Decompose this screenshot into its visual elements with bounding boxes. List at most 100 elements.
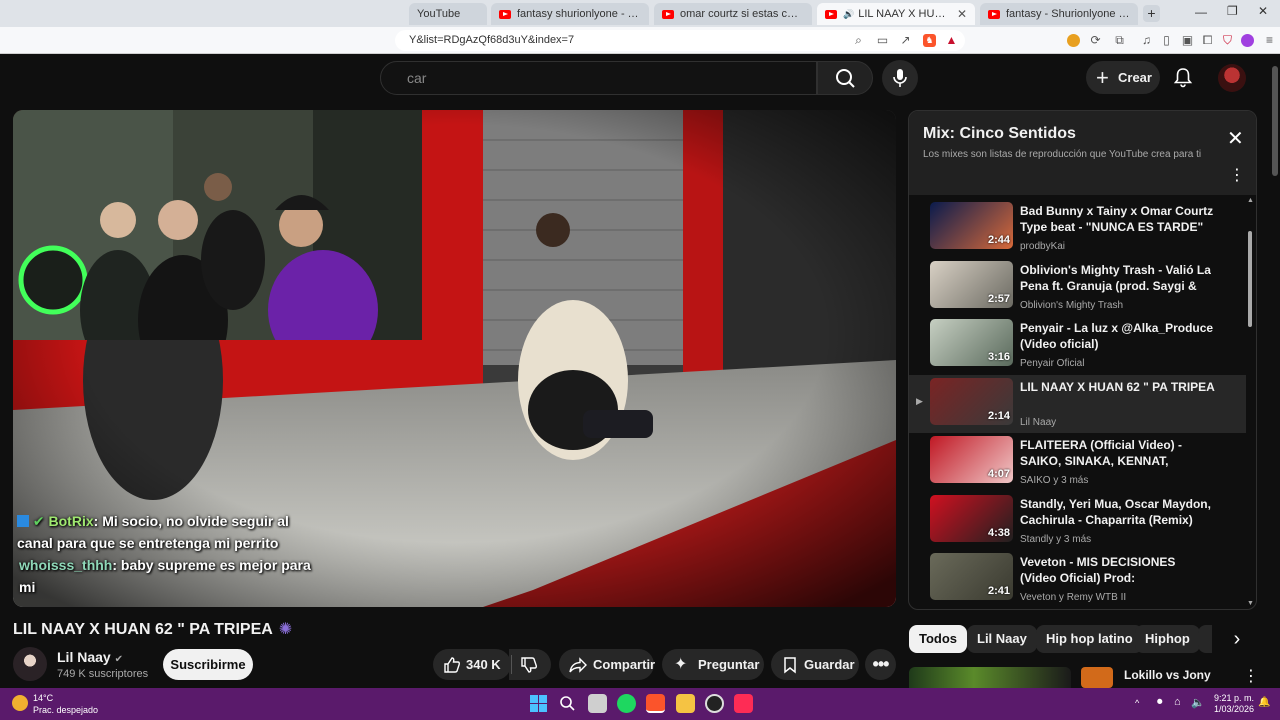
like-button[interactable]: 340 K [433, 649, 511, 680]
browser-tab-3[interactable]: omar courtz si estas con alguien - YouTu… [654, 3, 812, 25]
close-playlist-icon[interactable]: ✕ [1227, 129, 1244, 149]
extension-icon[interactable] [1067, 34, 1080, 47]
file-explorer-icon[interactable] [676, 694, 695, 713]
windows-taskbar: 14°C Prac. despejado ^ ⏺ ⌂ 🔈 9:21 p. m. … [0, 688, 1280, 720]
task-view-icon[interactable] [588, 694, 607, 713]
playlist-item-thumbnail[interactable]: 2:41 [930, 553, 1013, 600]
scroll-up-icon[interactable]: ▲ [1247, 197, 1254, 204]
playlist-item-thumbnail[interactable]: 3:16 [930, 319, 1013, 366]
volume-icon[interactable]: 🔈 [1191, 696, 1205, 709]
notification-icon[interactable]: 🔔 [1258, 697, 1270, 708]
share-button[interactable]: Compartir [559, 649, 656, 680]
puzzle-icon[interactable]: ⧉ [1113, 34, 1126, 47]
close-window-button[interactable]: ✕ [1258, 4, 1268, 18]
search-taskbar-icon[interactable] [558, 694, 577, 713]
screenshot-icon[interactable]: ⧠ [1201, 34, 1214, 47]
channel-name[interactable]: Lil Naay ✔ [57, 649, 123, 665]
clock-date: 1/03/2026 [1213, 704, 1254, 714]
playlist-item-title[interactable]: Standly, Yeri Mua, Oscar Maydon, Cachiru… [1020, 496, 1215, 528]
minimize-button[interactable]: — [1195, 5, 1207, 19]
notifications-bell-icon[interactable] [1172, 66, 1194, 88]
playlist-item[interactable]: 2:44 Bad Bunny x Tainy x Omar Courtz Type… [909, 199, 1246, 257]
voice-search-button[interactable] [882, 60, 918, 96]
scroll-down-icon[interactable]: ▼ [1247, 600, 1254, 607]
chip-hip-hop-latino[interactable]: Hip hop latino [1036, 625, 1143, 653]
dislike-button[interactable] [509, 649, 551, 680]
playlist-item-thumbnail[interactable]: 2:14 [930, 377, 1013, 425]
obs-icon[interactable] [705, 694, 724, 713]
browser-tab-1[interactable]: YouTube [409, 3, 487, 25]
system-clock[interactable]: 9:21 p. m. 1/03/2026 [1208, 693, 1254, 715]
recommendation-menu-icon[interactable]: ⋮ [1243, 666, 1259, 686]
tab-label: fantasy shurionlyone - YouTube [517, 8, 641, 20]
subscribe-button[interactable]: Suscribirme [163, 649, 253, 680]
zoom-icon[interactable]: ⌕ [852, 34, 865, 47]
account-avatar[interactable] [1218, 64, 1246, 92]
leo-ai-icon[interactable] [1241, 34, 1254, 47]
channel-avatar[interactable] [13, 647, 47, 681]
share-label: Compartir [593, 657, 656, 672]
playlist-item[interactable]: 4:38 Standly, Yeri Mua, Oscar Maydon, Cac… [909, 492, 1246, 550]
search-input[interactable]: car [380, 61, 817, 95]
playlist-item-thumbnail[interactable]: 4:07 [930, 436, 1013, 483]
playlist-item-title[interactable]: LIL NAAY X HUAN 62 " PA TRIPEA [1020, 379, 1215, 395]
microphone-tray-icon[interactable]: ⏺ [1157, 696, 1163, 709]
share-icon[interactable]: ↗ [899, 34, 912, 47]
playlist-item-title[interactable]: Oblivion's Mighty Trash - Valió La Pena … [1020, 262, 1215, 294]
playlist-item-title[interactable]: Veveton - MIS DECISIONES (Video Oficial)… [1020, 554, 1215, 586]
weather-text: Prac. despejado [33, 705, 99, 715]
maximize-button[interactable]: ❐ [1227, 4, 1238, 18]
search-button[interactable] [817, 61, 873, 95]
playlist-item[interactable]: 4:07 FLAITEERA (Official Video) - SAIKO, … [909, 433, 1246, 491]
recommendation-title[interactable]: Lokillo vs Jony [1124, 668, 1211, 682]
chip-lil-naay[interactable]: Lil Naay [967, 625, 1037, 653]
browser-tab-active[interactable]: 🔊LIL NAAY X HUAN 62 " PA TRIPEA ✕ [817, 3, 975, 25]
browser-tab-5[interactable]: fantasy - Shurionlyone - YouTube [980, 3, 1138, 25]
url-text: Y&list=RDgAzQf68d3uY&index=7 [409, 34, 575, 46]
new-tab-button[interactable]: + [1143, 5, 1160, 22]
video-player[interactable]: ✔ BotRix: Mi socio, no olvide seguir al … [13, 110, 896, 607]
brave-browser-icon[interactable] [646, 694, 665, 713]
playlist-menu-icon[interactable]: ⋮ [1229, 168, 1245, 184]
playlist-item-thumbnail[interactable]: 2:44 [930, 202, 1013, 249]
wallet-icon[interactable]: ▣ [1181, 34, 1194, 47]
playlist-item-title[interactable]: FLAITEERA (Official Video) - SAIKO, SINA… [1020, 437, 1215, 469]
page-scrollbar[interactable] [1272, 66, 1278, 176]
brave-shields-icon[interactable]: ♞ [923, 34, 936, 47]
extension-icon[interactable]: ⟳ [1089, 34, 1102, 47]
save-button[interactable]: Guardar [771, 649, 859, 680]
chip-all[interactable]: Todos [909, 625, 968, 653]
browser-tab-2[interactable]: fantasy shurionlyone - YouTube [491, 3, 649, 25]
tray-overflow-icon[interactable]: ^ [1135, 698, 1139, 708]
tiktok-icon[interactable] [734, 694, 753, 713]
playlist-item[interactable]: 2:41 Veveton - MIS DECISIONES (Video Ofic… [909, 550, 1246, 608]
verified-icon: ✔ [114, 654, 123, 665]
create-button[interactable]: + Crear [1086, 61, 1160, 94]
recommendation-thumbnail-2[interactable] [1081, 667, 1113, 688]
playlist-item-channel: prodbyKai [1020, 241, 1066, 252]
playlist-item-title[interactable]: Bad Bunny x Tainy x Omar Courtz Type bea… [1020, 203, 1215, 235]
sidebar-icon[interactable]: ▯ [1160, 34, 1173, 47]
playlist-item-thumbnail[interactable]: 2:57 [930, 260, 1013, 308]
recommendation-thumbnail[interactable] [909, 667, 1071, 688]
ask-button[interactable]: ✦ Preguntar [662, 649, 764, 680]
playlist-item[interactable]: 3:16 Penyair - La luz x @Alka_Produce (Vi… [909, 316, 1246, 374]
network-icon[interactable]: ⌂ [1174, 696, 1181, 708]
music-icon[interactable]: ♫ [1140, 34, 1153, 47]
spotify-icon[interactable] [617, 694, 636, 713]
playlist-item[interactable]: ▶ 2:14 LIL NAAY X HUAN 62 " PA TRIPEA Lil N… [909, 374, 1246, 433]
vpn-icon[interactable]: ⛉ [1221, 34, 1234, 47]
playlist-scrollbar[interactable] [1248, 231, 1252, 327]
brave-rewards-icon[interactable]: ▲ [945, 34, 958, 47]
playlist-item-thumbnail[interactable]: 4:38 [930, 494, 1013, 542]
chip-hiphop[interactable]: Hiphop [1135, 625, 1200, 653]
playlist-item-title[interactable]: Penyair - La luz x @Alka_Produce (Video … [1020, 320, 1215, 352]
windows-start-icon[interactable] [529, 694, 548, 713]
cast-icon[interactable]: ▭ [876, 34, 889, 47]
browser-menu-icon[interactable]: ≡ [1263, 34, 1276, 47]
weather-widget[interactable]: 14°C Prac. despejado [33, 692, 98, 716]
more-actions-button[interactable]: ••• [865, 649, 896, 680]
close-tab-icon[interactable]: ✕ [957, 7, 967, 21]
chevron-right-icon[interactable]: › [1222, 624, 1252, 654]
playlist-item[interactable]: 2:57 Oblivion's Mighty Trash - Valió La P… [909, 258, 1246, 316]
